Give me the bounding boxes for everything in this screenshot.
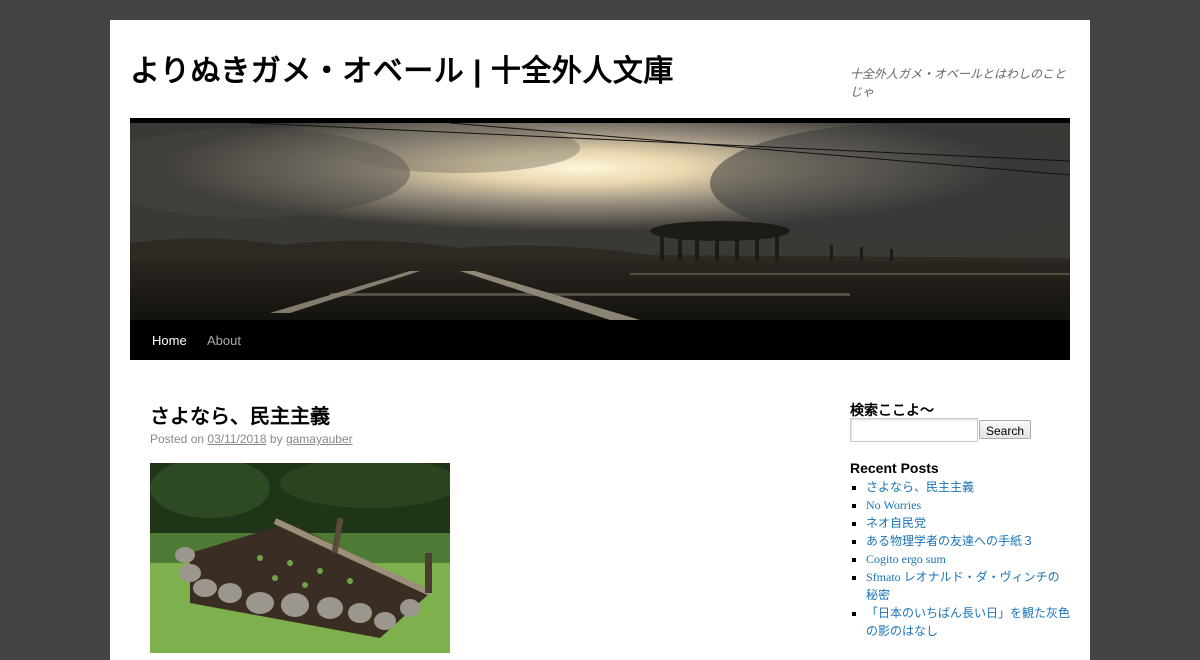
main-navigation: Home About xyxy=(130,320,1070,360)
post-title[interactable]: さよなら、民主主義 xyxy=(150,400,330,429)
by-label: by xyxy=(269,432,283,446)
recent-post-link[interactable]: ネオ自民党 xyxy=(866,516,926,530)
search-input[interactable] xyxy=(850,418,978,442)
nav-item-home[interactable]: Home xyxy=(152,333,187,348)
header-image xyxy=(130,123,1070,320)
post-date-link[interactable]: 03/11/2018 xyxy=(207,432,266,446)
recent-post-link[interactable]: さよなら、民主主義 xyxy=(866,480,974,494)
search-button[interactable]: Search xyxy=(979,420,1031,439)
posted-on-label: Posted on xyxy=(150,432,205,446)
site-title[interactable]: よりぬきガメ・オベール | 十全外人文庫 xyxy=(130,46,830,90)
post-meta: Posted on 03/11/2018 by gamayauber xyxy=(150,432,353,446)
recent-post-link[interactable]: Cogito ergo sum xyxy=(866,552,946,566)
recent-posts-list: さよなら、民主主義 No Worries ネオ自民党 ある物理学者の友達への手紙… xyxy=(850,478,1070,640)
list-item: No Worries xyxy=(866,496,1070,514)
list-item: 「日本のいちばん長い日」を観た灰色の影のはなし xyxy=(866,604,1070,640)
list-item: ある物理学者の友達への手紙３ xyxy=(866,532,1070,550)
post-featured-image xyxy=(150,463,450,653)
site-description: 十全外人ガメ・オベールとはわしのことじゃ xyxy=(850,67,1067,99)
list-item: Cogito ergo sum xyxy=(866,550,1070,568)
list-item: さよなら、民主主義 xyxy=(866,478,1070,496)
page-wrapper: よりぬきガメ・オベール | 十全外人文庫 十全外人ガメ・オベールとはわしのことじ… xyxy=(110,20,1090,660)
recent-post-link[interactable]: 「日本のいちばん長い日」を観た灰色の影のはなし xyxy=(866,606,1070,638)
search-widget-title: 検索ここよ〜 xyxy=(850,402,934,418)
list-item: Sfmato レオナルド・ダ・ヴィンチの秘密 xyxy=(866,568,1070,604)
recent-post-link[interactable]: No Worries xyxy=(866,498,921,512)
recent-post-link[interactable]: ある物理学者の友達への手紙３ xyxy=(866,534,1034,548)
nav-item-about[interactable]: About xyxy=(207,333,241,348)
list-item: ネオ自民党 xyxy=(866,514,1070,532)
recent-post-link[interactable]: Sfmato レオナルド・ダ・ヴィンチの秘密 xyxy=(866,570,1060,602)
post-author-link[interactable]: gamayauber xyxy=(286,432,353,446)
recent-posts-title: Recent Posts xyxy=(850,460,939,476)
